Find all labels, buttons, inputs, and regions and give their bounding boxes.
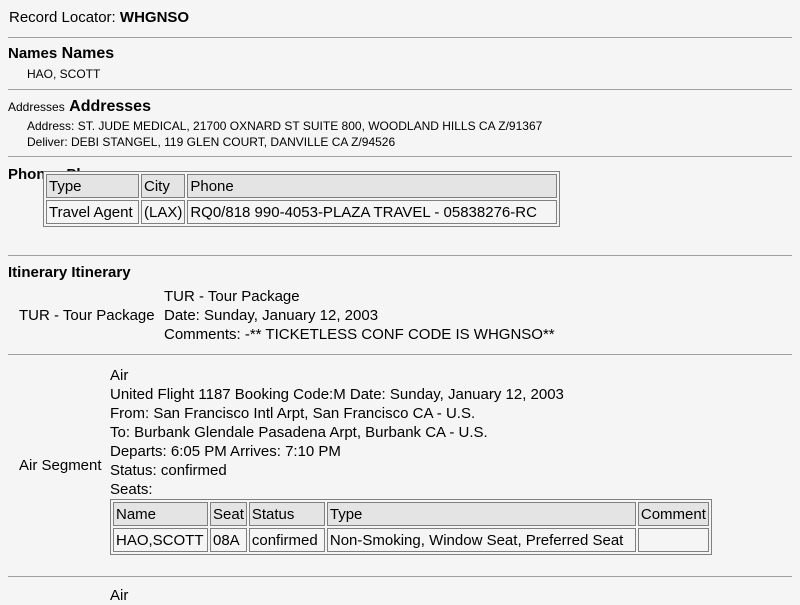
air-line: United Flight 1187 Booking Code:M Date: … [110, 386, 564, 403]
seat-comment [637, 528, 709, 552]
seat-type: Non-Smoking, Window Seat, Preferred Seat [326, 528, 636, 552]
air-line: Seats: [110, 481, 153, 498]
record-locator: Record Locator: WHGNSO [9, 9, 189, 26]
itinerary-heading: Itinerary Itinerary [8, 264, 131, 281]
air-line: Air [110, 367, 129, 384]
tour-line: Date: Sunday, January 12, 2003 [164, 307, 379, 324]
divider [8, 37, 792, 38]
seats-col-type: Type [326, 502, 636, 526]
seats-col-name: Name [113, 502, 208, 526]
air-line: To: Burbank Glendale Pasadena Arpt, Burb… [110, 424, 488, 441]
air-line: Departs: 6:05 PM Arrives: 7:10 PM [110, 443, 341, 460]
seat-name: HAO,SCOTT [113, 528, 208, 552]
itinerary-heading-small: Itinerary [8, 264, 68, 281]
record-locator-value: WHGNSO [119, 9, 190, 26]
seat-number: 08A [210, 528, 247, 552]
record-locator-label: Record Locator: [9, 9, 116, 26]
address-line: Address: ST. JUDE MEDICAL, 21700 OXNARD … [27, 119, 543, 133]
phones-col-phone: Phone [187, 174, 558, 198]
tour-line: TUR - Tour Package [164, 288, 300, 305]
table-row: HAO,SCOTT 08A confirmed Non-Smoking, Win… [113, 528, 709, 552]
phone-number: RQ0/818 990-4053-PLAZA TRAVEL - 05838276… [187, 200, 558, 224]
names-heading: Names Names [8, 45, 114, 63]
tour-segment-label: TUR - Tour Package [19, 307, 155, 324]
phones-table-frame: Type City Phone Travel Agent (LAX) RQ0/8… [43, 171, 561, 227]
phones-table-header: Type City Phone [46, 174, 558, 198]
air-line: From: San Francisco Intl Arpt, San Franc… [110, 405, 476, 422]
phone-city: (LAX) [141, 200, 186, 224]
seats-table-frame: Name Seat Status Type Comment HAO,SCOTT … [110, 499, 712, 555]
address-line: Deliver: DEBI STANGEL, 119 GLEN COURT, D… [27, 135, 396, 149]
seats-col-comment: Comment [637, 502, 709, 526]
seats-col-seat: Seat [210, 502, 247, 526]
addresses-heading-big: Addresses [69, 98, 151, 115]
seats-col-status: Status [248, 502, 325, 526]
phone-type: Travel Agent [46, 200, 139, 224]
divider [8, 156, 792, 157]
divider [8, 255, 792, 256]
seats-table-header: Name Seat Status Type Comment [113, 502, 709, 526]
seats-table: Name Seat Status Type Comment HAO,SCOTT … [111, 500, 711, 554]
air-segment-label: Air Segment [19, 457, 102, 474]
addresses-heading-small: Addresses [8, 100, 65, 114]
itinerary-heading-big: Itinerary [71, 264, 131, 281]
divider [8, 576, 792, 577]
phones-col-city: City [141, 174, 186, 198]
name-entry: HAO, SCOTT [27, 67, 101, 81]
addresses-heading: Addresses Addresses [8, 98, 151, 116]
tour-line: Comments: -** TICKETLESS CONF CODE IS WH… [164, 326, 555, 343]
names-heading-big: Names [61, 45, 115, 62]
phones-table: Type City Phone Travel Agent (LAX) RQ0/8… [44, 172, 560, 226]
names-heading-small: Names [8, 45, 58, 62]
divider [8, 354, 792, 355]
phones-col-type: Type [46, 174, 139, 198]
air-line: Air [110, 587, 129, 604]
table-row: Travel Agent (LAX) RQ0/818 990-4053-PLAZ… [46, 200, 558, 224]
seat-status: confirmed [248, 528, 325, 552]
divider [8, 89, 792, 90]
air-line: Status: confirmed [110, 462, 227, 479]
